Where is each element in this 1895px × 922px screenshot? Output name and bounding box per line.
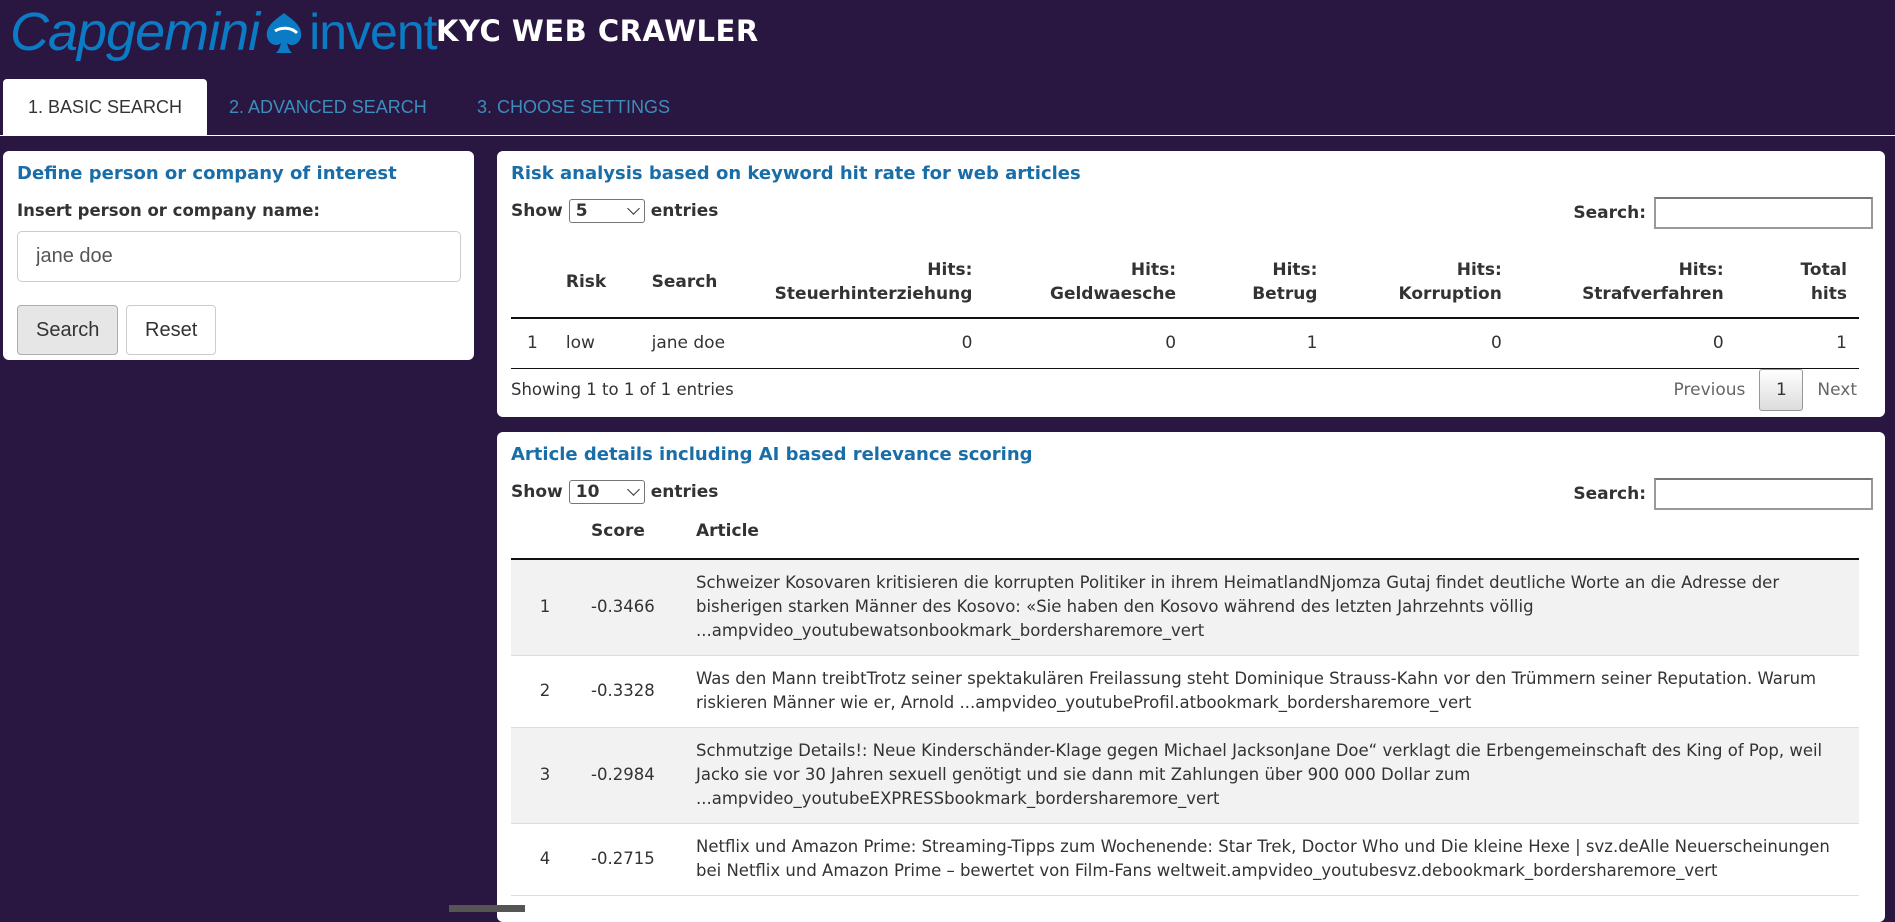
reset-button[interactable]: Reset <box>126 305 217 355</box>
article-entries-value: 10 <box>575 482 600 502</box>
tab-advanced-search[interactable]: 2. ADVANCED SEARCH <box>204 79 452 136</box>
cell-total-hits: 1 <box>1735 318 1859 369</box>
cell-score: -0.3466 <box>579 559 684 656</box>
app-title: KYC WEB CRAWLER <box>436 14 759 48</box>
table-row: 1 low jane doe 0 0 1 0 0 1 <box>511 318 1859 369</box>
col-total-hits[interactable]: Total hits <box>1735 246 1859 319</box>
horizontal-scrollbar[interactable] <box>449 905 525 912</box>
risk-table: Risk Search Hits: Steuerhinterziehung Hit… <box>511 246 1859 369</box>
cell-korruption: 0 <box>1329 318 1514 369</box>
risk-search-label: Search: <box>1573 203 1646 223</box>
cell-index: 2 <box>511 655 579 728</box>
article-search-label: Search: <box>1573 484 1646 504</box>
search-button[interactable]: Search <box>17 305 119 355</box>
search-panel-title: Define person or company of interest <box>17 163 397 184</box>
risk-search-control: Search: <box>1573 197 1873 229</box>
col-risk[interactable]: Risk <box>553 246 640 319</box>
previous-page-button[interactable]: Previous <box>1660 369 1760 411</box>
name-input-label: Insert person or company name: <box>17 201 321 220</box>
article-length-control: Show 10 entries <box>511 480 718 504</box>
cell-score: -0.3328 <box>579 655 684 728</box>
article-panel-title: Article details including AI based relev… <box>511 444 1033 465</box>
risk-pagination: Previous 1 Next <box>1660 369 1871 411</box>
cell-article: Netflix und Amazon Prime: Streaming-Tipp… <box>684 823 1859 896</box>
col-article[interactable]: Article <box>684 504 1859 560</box>
risk-entries-select[interactable]: 5 <box>568 199 645 223</box>
col-index[interactable] <box>511 504 579 560</box>
cell-index: 3 <box>511 727 579 824</box>
spade-icon <box>266 13 302 53</box>
article-table-header: Score Article <box>511 504 1859 560</box>
col-hits-betrug[interactable]: Hits: Betrug <box>1188 246 1330 319</box>
risk-table-header: Risk Search Hits: Steuerhinterziehung Hit… <box>511 246 1859 319</box>
table-row: 3 -0.2984 Schmutzige Details!: Neue Kind… <box>511 727 1859 824</box>
cell-betrug: 1 <box>1188 318 1330 369</box>
tab-bar: 1. BASIC SEARCH 2. ADVANCED SEARCH 3. CH… <box>0 79 1895 136</box>
cell-search: jane doe <box>639 318 747 369</box>
col-hits-steuerhinterziehung[interactable]: Hits: Steuerhinterziehung <box>746 246 985 319</box>
risk-table-info: Showing 1 to 1 of 1 entries <box>511 380 734 399</box>
article-details-panel: Article details including AI based relev… <box>497 432 1885 922</box>
cell-score: -0.2715 <box>579 823 684 896</box>
cell-steuerhinterziehung: 0 <box>746 318 985 369</box>
cell-strafverfahren: 0 <box>1513 318 1736 369</box>
cell-geldwaesche: 0 <box>984 318 1189 369</box>
show-label: Show <box>511 482 563 502</box>
entries-label: entries <box>650 482 719 502</box>
name-input[interactable] <box>17 231 461 282</box>
logo-text-left: Capgemini <box>10 2 260 62</box>
cell-risk: low <box>553 318 640 369</box>
cell-article: Schweizer Kosovaren kritisieren die korr… <box>684 559 1859 656</box>
page-1-button[interactable]: 1 <box>1759 369 1804 411</box>
app-header: Capgemini invent KYC WEB CRAWLER <box>0 0 1895 70</box>
cell-index: 4 <box>511 823 579 896</box>
cell-article: Was den Mann treibtTrotz seiner spektaku… <box>684 655 1859 728</box>
tab-basic-search[interactable]: 1. BASIC SEARCH <box>3 79 208 136</box>
chevron-down-icon <box>626 202 640 215</box>
risk-analysis-panel: Risk analysis based on keyword hit rate … <box>497 151 1885 417</box>
cell-index: 1 <box>511 318 554 369</box>
col-search[interactable]: Search <box>639 246 747 319</box>
risk-panel-title: Risk analysis based on keyword hit rate … <box>511 163 1081 184</box>
risk-entries-value: 5 <box>575 201 588 221</box>
col-index[interactable] <box>511 246 554 319</box>
cell-index: 1 <box>511 559 579 656</box>
next-page-button[interactable]: Next <box>1803 369 1871 411</box>
logo-text-right: invent <box>309 4 437 60</box>
col-hits-korruption[interactable]: Hits: Korruption <box>1329 246 1514 319</box>
table-row: 2 -0.3328 Was den Mann treibtTrotz seine… <box>511 655 1859 728</box>
cell-score: -0.2984 <box>579 727 684 824</box>
show-label: Show <box>511 201 563 221</box>
article-table: Score Article 1 -0.3466 Schweizer Kosova… <box>511 504 1859 896</box>
article-entries-select[interactable]: 10 <box>568 480 645 504</box>
search-panel: Define person or company of interest Ins… <box>3 151 474 360</box>
col-score[interactable]: Score <box>579 504 684 560</box>
col-hits-geldwaesche[interactable]: Hits: Geldwaesche <box>984 246 1189 319</box>
entries-label: entries <box>650 201 719 221</box>
risk-length-control: Show 5 entries <box>511 199 718 223</box>
table-row: 4 -0.2715 Netflix und Amazon Prime: Stre… <box>511 823 1859 896</box>
risk-search-input[interactable] <box>1654 197 1873 229</box>
chevron-down-icon <box>626 483 640 496</box>
capgemini-invent-logo: Capgemini invent <box>10 2 438 62</box>
cell-article: Schmutzige Details!: Neue Kinderschänder… <box>684 727 1859 824</box>
tab-choose-settings[interactable]: 3. CHOOSE SETTINGS <box>452 79 695 136</box>
col-hits-strafverfahren[interactable]: Hits: Strafverfahren <box>1513 246 1736 319</box>
table-row: 1 -0.3466 Schweizer Kosovaren kritisiere… <box>511 559 1859 656</box>
